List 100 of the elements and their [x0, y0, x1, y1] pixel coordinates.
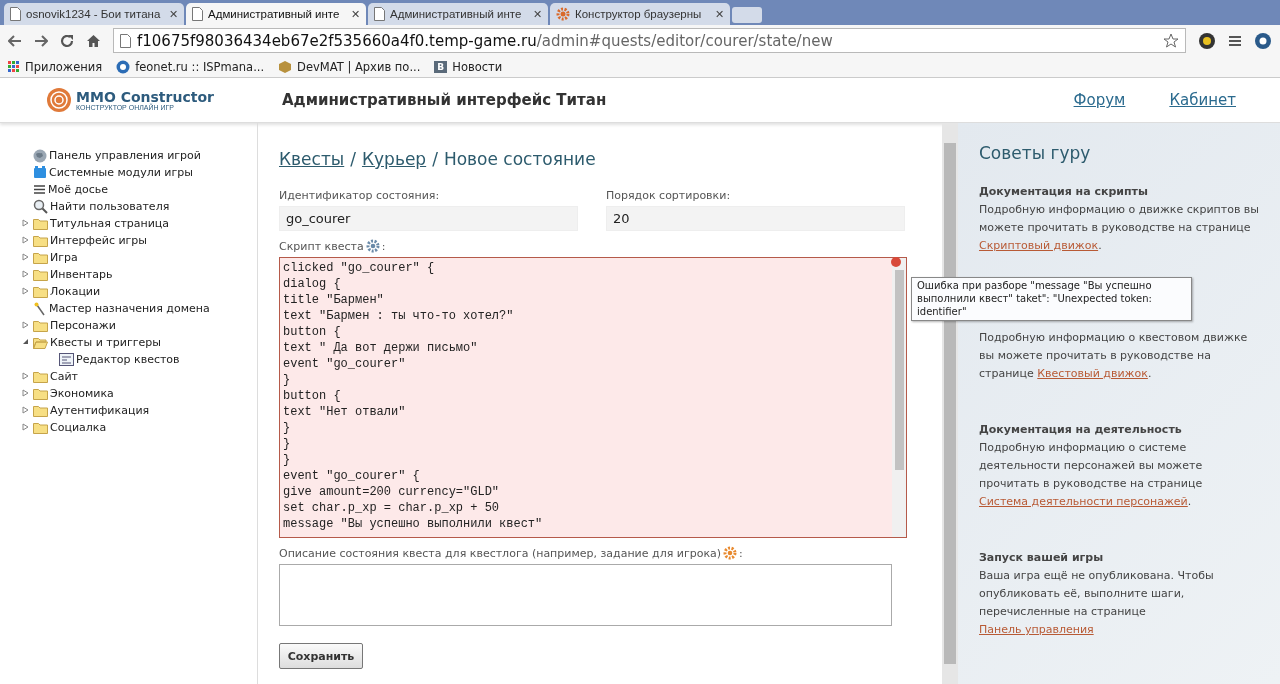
- script-editor[interactable]: [279, 257, 907, 538]
- expand-arrow-icon[interactable]: [22, 320, 29, 329]
- tip-link[interactable]: Панель управления: [979, 623, 1094, 636]
- reload-icon[interactable]: [60, 33, 74, 48]
- field-label: Описание состояния квеста для квестлога (например, задание для игрока): [279, 546, 722, 560]
- tip-link[interactable]: Квестовый движок: [1037, 367, 1148, 380]
- tab-title: Административный инте: [390, 8, 523, 20]
- error-tooltip: Ошибка при разборе "message "Вы успешно выполнили квест" taket": "Unexpected token: identifier": [911, 277, 1192, 321]
- tip-text: Подробную информацию о системе деятельности персонажей вы можете прочитать в руководстве на странице Система деятельности персонажей.: [979, 440, 1204, 510]
- sidebar-item-label: Аутентификация: [50, 404, 150, 417]
- breadcrumb-link[interactable]: Квесты: [279, 149, 345, 169]
- sidebar-item-label: Найти пользователя: [50, 200, 170, 213]
- folder-icon: [33, 234, 48, 247]
- sidebar-item-label: Сайт: [50, 370, 78, 383]
- sidebar-item-label: Титульная страница: [50, 217, 170, 230]
- close-icon[interactable]: ✕: [533, 7, 542, 21]
- field-label: Порядок сортировки:: [606, 189, 732, 202]
- sidebar-item[interactable]: Персонажи: [22, 317, 257, 334]
- browser-tab[interactable]: Административный инте ✕: [368, 3, 548, 25]
- sidebar-item-label: Локации: [50, 285, 101, 298]
- sidebar-item[interactable]: Панель управления игрой: [22, 147, 257, 164]
- description-field[interactable]: [279, 564, 892, 626]
- search-icon: [33, 199, 48, 214]
- sidebar-item-label: Панель управления игрой: [49, 149, 201, 162]
- sidebar-item[interactable]: Титульная страница: [22, 215, 257, 232]
- browser-tab[interactable]: osnovik1234 - Бои титана ✕: [4, 3, 184, 25]
- menu-icon[interactable]: [1228, 34, 1242, 47]
- sidebar-item[interactable]: Редактор квестов: [22, 351, 257, 368]
- gear-icon: [556, 7, 570, 21]
- extension-icon[interactable]: [1198, 31, 1216, 50]
- sort-order-field[interactable]: 20: [606, 206, 905, 231]
- folder-icon: [33, 217, 48, 230]
- sidebar-item[interactable]: Игра: [22, 249, 257, 266]
- breadcrumb-separator: /: [432, 149, 438, 169]
- tip-text: Подробную информацию о квестовом движке вы можете прочитать в руководстве на странице Квестовый движок.: [979, 330, 1249, 382]
- sidebar-item-label: Редактор квестов: [76, 353, 180, 366]
- home-icon[interactable]: [86, 33, 101, 48]
- sidebar-item[interactable]: Аутентификация: [22, 402, 257, 419]
- sidebar-item[interactable]: Мастер назначения домена: [22, 300, 257, 317]
- close-icon[interactable]: ✕: [715, 7, 724, 21]
- extension-icon[interactable]: [1254, 31, 1272, 50]
- sidebar-item-label: Экономика: [50, 387, 114, 400]
- back-icon[interactable]: [8, 34, 22, 47]
- state-id-field[interactable]: go_courer: [279, 206, 578, 231]
- header-link[interactable]: Кабинет: [1169, 91, 1236, 109]
- box-icon: [278, 59, 293, 74]
- page-icon: [120, 33, 131, 48]
- sidebar-item[interactable]: Экономика: [22, 385, 257, 402]
- sidebar-item[interactable]: Сайт: [22, 368, 257, 385]
- tab-title: osnovik1234 - Бои титана: [26, 8, 162, 20]
- script-code: clicked "go_courer" { dialog { title "Бармен" text "Бармен : ты что-то хотел?" button { text " Да вот держи письмо" event "go_courer" } button { text "Нет отвали" } } } event "go_courer" { give amount=200 currency="GLD" set char.p_xp = char.p_xp + 50 message "Вы успешно выполнили квест": [282, 260, 544, 533]
- save-button[interactable]: Сохранить: [279, 643, 363, 669]
- browser-tab[interactable]: Административный инте ✕: [186, 3, 366, 25]
- gear-icon: [365, 239, 380, 253]
- address-bar[interactable]: f10675f98036434eb67e2f535660a4f0.temp-game.ru/admin#quests/editor/courer/state/new: [113, 28, 1186, 53]
- folder-icon: [33, 268, 48, 281]
- open-folder-icon: [33, 336, 48, 349]
- globe-icon: [116, 59, 131, 74]
- url-text: f10675f98036434eb67e2f535660a4f0.temp-game.ru/admin#quests/editor/courer/state/new: [137, 31, 833, 50]
- sidebar-item-label: Системные модули игры: [49, 166, 193, 179]
- page-icon: [10, 7, 21, 21]
- sidebar-item[interactable]: Инвентарь: [22, 266, 257, 283]
- sidebar-item[interactable]: Найти пользователя: [22, 198, 257, 215]
- breadcrumb-link[interactable]: Курьер: [361, 149, 427, 169]
- close-icon[interactable]: ✕: [169, 7, 178, 21]
- sidebar-item[interactable]: Моё досье: [22, 181, 257, 198]
- sidebar-item[interactable]: Интерфейс игры: [22, 232, 257, 249]
- news-icon: B: [434, 60, 448, 73]
- tips-title: Советы гуру: [979, 143, 1092, 163]
- tip-heading: Документация на деятельность: [979, 422, 1183, 438]
- tip-link[interactable]: Система деятельности персонажей: [979, 495, 1188, 508]
- folder-icon: [33, 285, 48, 298]
- tab-title: Административный инте: [208, 8, 341, 20]
- colon-text: :: [739, 546, 743, 560]
- star-icon[interactable]: [1163, 32, 1179, 49]
- sidebar-item[interactable]: Локации: [22, 283, 257, 300]
- breadcrumb-current: Новое состояние: [443, 149, 596, 169]
- modules-icon: [33, 166, 47, 179]
- scrollbar[interactable]: [892, 258, 906, 537]
- bookmark[interactable]: B Новости: [434, 59, 503, 74]
- logo-icon: [46, 87, 73, 113]
- sidebar-item[interactable]: Социалка: [22, 419, 257, 436]
- bookmark-label: Приложения: [25, 59, 103, 74]
- forward-icon[interactable]: [34, 34, 48, 47]
- browser-tab[interactable]: Конструктор браузерны ✕: [550, 3, 730, 25]
- list-icon: [33, 184, 46, 195]
- tip-text: Ваша игра ещё не опубликована. Чтобы опубликовать её, выполните шаги, перечисленные на странице Панель управления: [979, 568, 1215, 638]
- sidebar-item[interactable]: Системные модули игры: [22, 164, 257, 181]
- page-icon: [374, 7, 385, 21]
- tab-title: Конструктор браузерны: [575, 8, 703, 20]
- page-icon: [192, 7, 203, 21]
- sidebar-item[interactable]: Квесты и триггеры: [22, 334, 257, 351]
- error-icon: [891, 257, 901, 267]
- header-link[interactable]: Форум: [1073, 91, 1126, 109]
- collapse-arrow-icon[interactable]: [22, 338, 29, 345]
- bookmark[interactable]: Приложения: [8, 59, 103, 74]
- close-icon[interactable]: ✕: [351, 7, 360, 21]
- globe-icon: [33, 148, 47, 163]
- sidebar-item-label: Социалка: [50, 421, 107, 434]
- sidebar-item-label: Мастер назначения домена: [49, 302, 210, 315]
